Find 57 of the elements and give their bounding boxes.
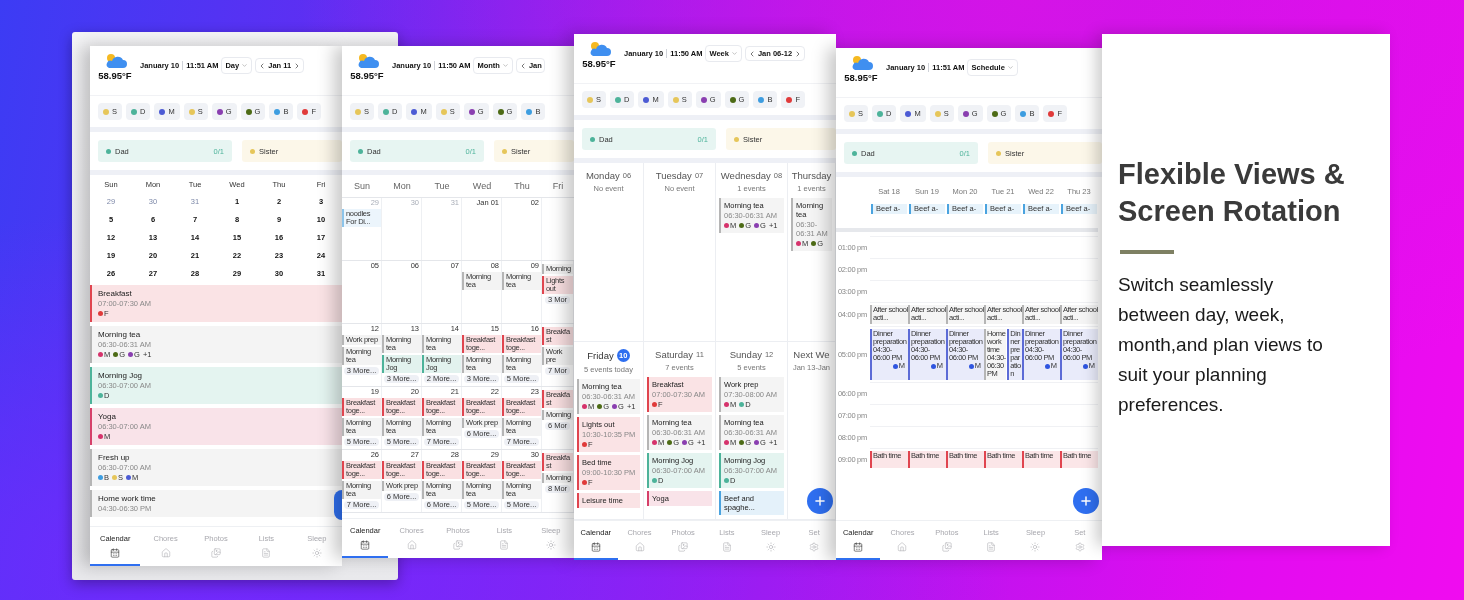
add-button[interactable] (807, 488, 833, 514)
document-icon (499, 539, 510, 550)
calendar-icon (590, 541, 601, 552)
temperature: 58.95°F (582, 58, 616, 69)
sun-icon (545, 539, 556, 550)
document-icon (261, 547, 272, 558)
weekday-label: Tue (433, 180, 451, 193)
weekday-label: Sun (353, 180, 371, 193)
event-title: Morning Jog (98, 371, 144, 380)
temperature: 58.95°F (844, 72, 878, 83)
temperature: 58.95°F (350, 70, 384, 81)
photos-icon (678, 541, 689, 552)
add-button[interactable] (334, 490, 342, 520)
weekday-label: Mon (392, 180, 412, 193)
document-icon (986, 541, 997, 552)
day-name: Next We (793, 348, 830, 360)
event-title: Yoga (98, 412, 117, 421)
chevron-icon (730, 50, 738, 57)
promo-text: Switch seamlessly between day, week, month,and plan views to suit your planning preferences. (1118, 273, 1323, 417)
document-icon (721, 541, 732, 552)
day-name: Thursday (791, 170, 832, 181)
event-title: Home work time (98, 494, 156, 503)
chevron-icon (501, 62, 509, 69)
weekday-label: Wed (471, 180, 493, 193)
weekday-label: Fri (551, 180, 565, 193)
settings-icon (1074, 541, 1085, 552)
plus-icon (813, 494, 827, 508)
event-title: Morning tea (98, 330, 142, 339)
sun-icon (311, 547, 322, 558)
house-icon (897, 541, 908, 552)
day-name: Friday (587, 349, 614, 361)
sun-icon (765, 541, 776, 552)
event-title: Breakfast (98, 289, 133, 298)
settings-icon (809, 541, 820, 552)
event-title: Fresh up (98, 453, 131, 462)
sun-icon (1030, 541, 1041, 552)
calendar-icon (360, 539, 371, 550)
temperature: 58.95°F (98, 70, 132, 81)
calendar-icon (853, 541, 864, 552)
photos-icon (941, 541, 952, 552)
day-name: Tuesday (655, 170, 692, 181)
day-name: Wednesday (720, 170, 771, 181)
photos-icon (211, 547, 221, 558)
day-name: Sunday (729, 348, 762, 360)
day-name: Monday (585, 170, 620, 181)
promo-title: Flexible Views & Screen Rotation (1118, 157, 1346, 229)
plus-icon (1079, 494, 1093, 508)
chevron-icon (241, 62, 249, 69)
day-name: Saturday (655, 348, 694, 360)
house-icon (406, 539, 417, 550)
house-icon (160, 547, 171, 558)
weekday-label: Thu (513, 180, 531, 193)
add-button[interactable] (1073, 488, 1099, 514)
house-icon (634, 541, 645, 552)
calendar-icon (110, 547, 121, 558)
chevron-icon (1006, 64, 1014, 71)
photos-icon (453, 539, 463, 550)
